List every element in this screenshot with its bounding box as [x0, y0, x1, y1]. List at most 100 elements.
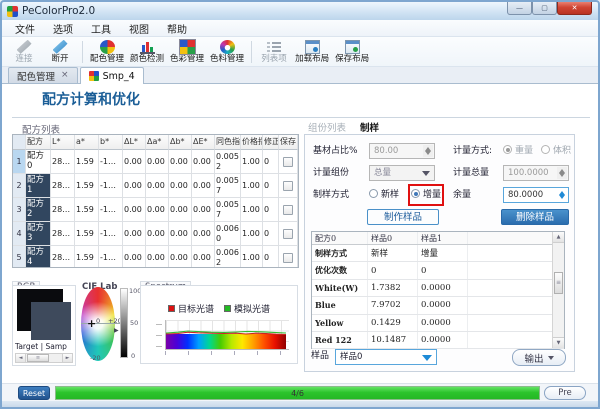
scroll-right-icon[interactable]: ► — [62, 354, 72, 362]
recipe-row[interactable]: 3配方228…1.59-1…0.000.000.000.000.00571.00… — [13, 198, 298, 222]
page-title: 配方计算和优化 — [42, 89, 140, 109]
measure-component-select[interactable]: 总量 — [369, 165, 435, 181]
column-header[interactable]: L* — [51, 135, 75, 150]
recipe-value-cell: 0 — [263, 174, 279, 198]
spin-down-icon[interactable] — [559, 173, 565, 177]
recipe-row[interactable]: 1配方028…1.59-1…0.000.000.000.000.00521.00… — [13, 150, 298, 174]
tab-color-match-mgmt[interactable]: 配色管理 × — [8, 67, 78, 83]
colorant-mgmt-button[interactable]: 色料管理 — [207, 38, 247, 66]
spin-down-icon[interactable] — [425, 151, 431, 155]
color-bars-icon — [140, 40, 155, 54]
recipe-table: 配方L*a*b*ΔL*Δa*Δb*ΔE*同色指价格指修正次保存 1配方028…1… — [12, 134, 299, 268]
column-header[interactable]: 价格指 — [241, 135, 263, 150]
menu-options[interactable]: 选项 — [44, 21, 82, 36]
column-header[interactable]: 配方 — [26, 135, 51, 150]
recipe-value-cell: 1.00 — [241, 246, 263, 268]
recipe-value-cell: 0.00 — [146, 198, 169, 222]
measure-total-spinner[interactable]: 100.0000 — [503, 165, 569, 181]
weight-radio[interactable]: 重量 — [503, 143, 533, 159]
measure-mode-label: 计量方式: — [453, 143, 492, 159]
radio-icon[interactable] — [369, 189, 378, 198]
spin-down-icon[interactable] — [559, 195, 565, 199]
menu-file[interactable]: 文件 — [6, 21, 44, 36]
recipe-value-cell: 0.00 — [123, 198, 146, 222]
output-button[interactable]: 输出 — [512, 349, 566, 366]
new-sample-radio[interactable]: 新样 — [369, 187, 399, 203]
lightness-bar[interactable] — [120, 288, 128, 358]
radio-icon[interactable] — [541, 145, 550, 154]
save-layout-button[interactable]: 保存布局 — [332, 38, 372, 66]
volume-radio[interactable]: 体积 — [541, 143, 571, 159]
dropdown-arrow-icon — [422, 355, 432, 361]
column-header[interactable]: a* — [75, 135, 99, 150]
sample-table-row[interactable]: 制样方式新样增量 — [312, 245, 564, 262]
column-header[interactable]: Δb* — [169, 135, 192, 150]
menu-tools[interactable]: 工具 — [82, 21, 120, 36]
vertical-scrollbar[interactable]: ▲ ≡ ▼ — [552, 232, 564, 348]
pre-button[interactable]: Pre — [544, 386, 586, 400]
delete-sample-button[interactable]: 删除样品 — [501, 209, 569, 225]
column-header[interactable]: Δa* — [146, 135, 169, 150]
scrollbar-thumb[interactable]: ≡ — [554, 272, 563, 294]
save-checkbox[interactable] — [283, 229, 293, 239]
color-match-mgmt-button[interactable]: 配色管理 — [87, 38, 127, 66]
tab-close-icon[interactable]: × — [61, 71, 69, 80]
radio-icon[interactable] — [411, 189, 420, 198]
increment-radio-highlighted[interactable]: 增量 — [411, 187, 441, 203]
sample-table-row[interactable]: Blue7.97020.0000 — [312, 297, 564, 314]
spray-gun-gray-icon — [17, 40, 32, 54]
tab-make-sample[interactable]: 制样 — [360, 120, 379, 134]
scroll-down-icon[interactable]: ▼ — [553, 337, 564, 348]
progress-bar: 4/6 — [55, 386, 540, 400]
save-checkbox[interactable] — [283, 181, 293, 191]
sample-table-row[interactable]: White(W)1.73820.0000 — [312, 280, 564, 297]
menu-view[interactable]: 视图 — [120, 21, 158, 36]
reset-button[interactable]: Reset — [18, 386, 50, 400]
sample-table-row[interactable]: Yellow0.14290.0000 — [312, 315, 564, 332]
horizontal-scrollbar[interactable]: ◄ ≡ ► — [15, 353, 73, 363]
recipe-row[interactable]: 2配方128…1.59-1…0.000.000.000.000.00571.00… — [13, 174, 298, 198]
make-sample-button[interactable]: 制作样品 — [367, 209, 439, 225]
output-dropdown-icon[interactable] — [548, 356, 554, 360]
connect-button[interactable]: 连接 — [6, 38, 42, 66]
tab-component-list[interactable]: 组份列表 — [308, 120, 346, 134]
main-content: 配方计算和优化 配方列表 配方L*a*b*ΔL*Δa*Δb*ΔE*同色指价格指修… — [2, 84, 598, 383]
close-button[interactable]: ✕ — [557, 2, 592, 15]
maximize-button[interactable]: ▢ — [532, 2, 557, 15]
column-header[interactable]: ΔL* — [123, 135, 146, 150]
recipe-row[interactable]: 4配方328…1.59-1…0.000.000.000.000.00601.00… — [13, 222, 298, 246]
disconnect-button[interactable]: 断开 — [42, 38, 78, 66]
color-detect-button[interactable]: 颜色检测 — [127, 38, 167, 66]
minimize-button[interactable]: — — [507, 2, 532, 15]
right-panel-tabs: 组份列表 制样 — [304, 120, 575, 134]
menu-help[interactable]: 帮助 — [158, 21, 196, 36]
scrollbar-thumb[interactable]: ≡ — [27, 354, 49, 362]
list-items-button[interactable]: 列表项 — [256, 38, 292, 66]
save-checkbox[interactable] — [283, 253, 293, 263]
sample-table-row[interactable]: Red 12210.14870.0000 — [312, 332, 564, 349]
sample-select-dropdown[interactable]: 样品0 — [335, 349, 437, 365]
sample-value-cell: 0.0000 — [418, 297, 468, 313]
save-checkbox[interactable] — [283, 157, 293, 167]
column-header[interactable]: 保存 — [279, 135, 298, 150]
remainder-spinner[interactable]: 80.0000 — [503, 187, 569, 203]
column-header[interactable]: 修正次 — [263, 135, 279, 150]
recipe-value-cell: 0.00 — [192, 198, 215, 222]
tab-smp4[interactable]: Smp_4 — [80, 67, 144, 84]
recipe-value-cell: 0.00 — [192, 150, 215, 174]
sampling-panel: 组份列表 制样 基材占比% 80.00 计量方式: 重量 体积 计量组份 总量 — [304, 120, 575, 372]
spectrum-panel: Spectrum 目标光谱 模拟光谱 — [140, 274, 298, 364]
base-ratio-spinner[interactable]: 80.00 — [369, 143, 435, 159]
column-header[interactable]: 同色指 — [215, 135, 241, 150]
title-bar[interactable]: PeColorPro2.0 — ▢ ✕ — [2, 2, 598, 20]
scroll-left-icon[interactable]: ◄ — [16, 354, 26, 362]
scroll-up-icon[interactable]: ▲ — [553, 232, 564, 243]
column-header[interactable]: b* — [99, 135, 123, 150]
load-layout-button[interactable]: 加载布局 — [292, 38, 332, 66]
save-checkbox[interactable] — [283, 205, 293, 215]
column-header[interactable]: ΔE* — [192, 135, 215, 150]
recipe-row[interactable]: 5配方428…1.59-1…0.000.000.000.000.00621.00… — [13, 246, 298, 268]
sample-table-row[interactable]: 优化次数00 — [312, 262, 564, 279]
color-mgmt-button[interactable]: 色彩管理 — [167, 38, 207, 66]
radio-icon[interactable] — [503, 145, 512, 154]
